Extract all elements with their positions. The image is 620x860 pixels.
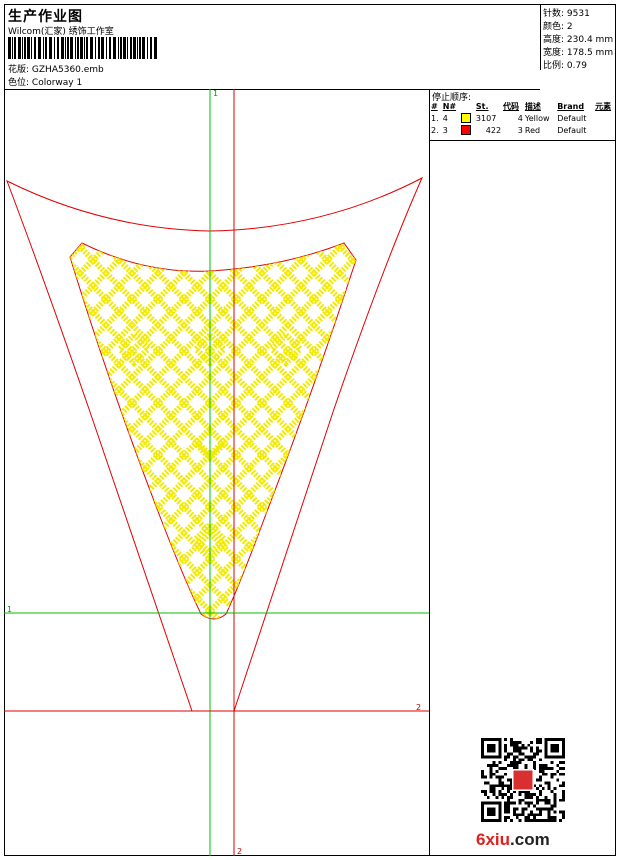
col-element: 元素	[595, 102, 612, 111]
stat-height: 高度: 230.4 mm	[543, 35, 614, 45]
col-code: 代码	[503, 102, 520, 111]
col-brand: Brand	[557, 102, 585, 111]
colorway-label: 色位:	[8, 78, 30, 88]
marker-bottom: 2	[237, 847, 242, 856]
watermark-logo: 6xiu.com	[476, 830, 550, 849]
marker-left: 1	[7, 605, 12, 614]
design-label: 花版:	[8, 65, 30, 75]
col-desc: 描述	[524, 102, 541, 111]
barcode	[8, 37, 157, 59]
design-file-row: 花版: GZHA5360.emb	[8, 62, 104, 75]
panel-divider	[430, 140, 616, 141]
col-stitches: St.	[475, 102, 489, 111]
stat-stitches: 针数: 9531	[543, 9, 590, 19]
marker-right: 2	[416, 703, 421, 712]
marker-top: 1	[213, 89, 218, 98]
company-name: Wilcom(汇家) 绣饰工作室	[8, 27, 114, 37]
stat-colors: 颜色: 2	[543, 22, 573, 32]
yellow-pattern	[70, 243, 356, 619]
table-row: 1. 4 3107 4 Yellow Default	[431, 113, 587, 123]
col-needle: N#	[442, 102, 457, 111]
qr-code	[481, 738, 565, 822]
colorway-value: Colorway 1	[31, 78, 83, 88]
design-canvas: 1 1 2 2	[4, 89, 429, 856]
stop-sequence-table: # N# St. 代码 描述 Brand 元素 1. 4 3107 4 Yell…	[430, 101, 616, 136]
table-header: # N# St. 代码 描述 Brand 元素	[430, 101, 616, 112]
design-value: GZHA5360.emb	[31, 65, 104, 75]
table-row: 2. 3 422 3 Red Default	[431, 125, 587, 135]
outer-outline	[6, 176, 424, 712]
stat-width: 宽度: 178.5 mm	[543, 48, 614, 58]
stat-scale: 比例: 0.79	[543, 61, 587, 71]
header-info: 生产作业图 Wilcom(汇家) 绣饰工作室 花版: GZHA5360.emb …	[4, 4, 540, 90]
sheet-title: 生产作业图	[8, 9, 83, 25]
col-swatch	[460, 101, 475, 112]
color-swatch	[461, 113, 472, 123]
color-swatch	[461, 125, 472, 135]
col-index: #	[431, 102, 438, 111]
colorway-row: 色位: Colorway 1	[8, 75, 82, 88]
